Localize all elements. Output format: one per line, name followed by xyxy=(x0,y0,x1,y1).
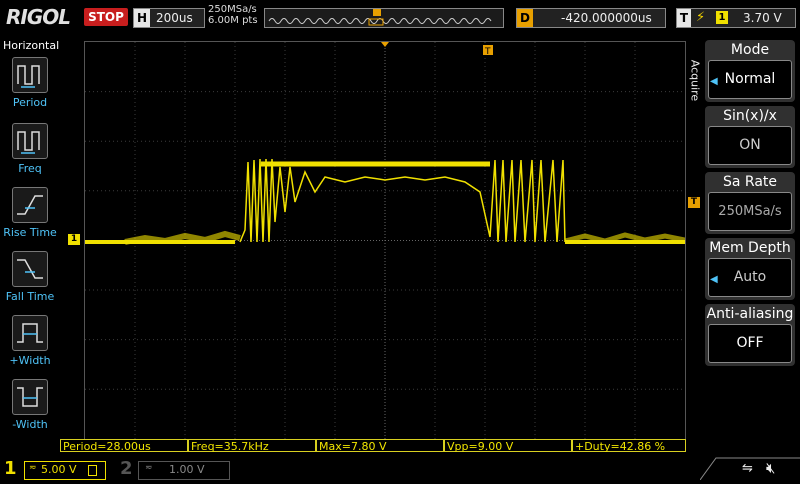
sa-rate-label: Sa Rate xyxy=(722,174,778,190)
ch2-status[interactable]: 2 ≂ 1.00 V xyxy=(110,458,230,480)
ch2-number: 2 xyxy=(120,458,133,479)
anti-aliasing-value: OFF xyxy=(708,324,792,363)
sinx-button[interactable]: Sin(x)/x ON xyxy=(705,106,795,168)
rise-time-label: Rise Time xyxy=(3,226,57,239)
mem-depth-left-arrow-icon: ◀ xyxy=(710,274,718,285)
neg-width-label: -Width xyxy=(12,418,48,431)
measurement-max[interactable]: Max=7.80 V xyxy=(316,439,444,453)
sinx-value: ON xyxy=(708,126,792,165)
measure-pos-width-button[interactable]: +Width xyxy=(0,315,60,377)
top-status-bar: RIGOL STOP H 200us 250MSa/s 6.00M pts D … xyxy=(0,0,800,36)
ch2-scale: 1.00 V xyxy=(169,463,205,476)
ch2-coupling-icon: ≂ xyxy=(145,463,153,473)
rigol-logo: RIGOL xyxy=(6,5,71,29)
measure-freq-button[interactable]: Freq xyxy=(0,123,60,185)
measurement-freq[interactable]: Freq=35.7kHz xyxy=(188,439,316,453)
period-label: Period xyxy=(12,96,48,109)
delay-box[interactable]: D -420.000000us xyxy=(516,8,666,28)
ch1-scale-box: ≂ 5.00 V xyxy=(24,461,106,480)
ch1-scale: 5.00 V xyxy=(41,463,77,476)
acquire-mode-button[interactable]: Mode Normal ◀ xyxy=(705,40,795,102)
mem-depth-label: Mem Depth xyxy=(709,240,791,256)
measure-neg-width-button[interactable]: -Width xyxy=(0,379,60,441)
sample-info: 250MSa/s 6.00M pts xyxy=(208,4,258,26)
speaker-mute-icon: 🔇︎ xyxy=(766,459,776,477)
horizontal-key: H xyxy=(134,9,150,27)
ch2-scale-box: ≂ 1.00 V xyxy=(138,461,230,480)
trigger-time-marker-label: T xyxy=(484,47,491,57)
rise-time-icon xyxy=(12,187,48,223)
left-menu-title: Horizontal xyxy=(3,39,60,52)
sample-rate-button[interactable]: Sa Rate 250MSa/s xyxy=(705,172,795,234)
pos-width-label: +Width xyxy=(9,354,51,367)
ch1-number: 1 xyxy=(4,458,17,479)
ch1-coupling-icon: ≂ xyxy=(29,463,37,473)
rising-edge-icon: ⚡ xyxy=(696,10,706,25)
trigger-key: T xyxy=(677,9,691,27)
freq-icon xyxy=(12,123,48,159)
ch1-offset-marker[interactable]: 1 xyxy=(68,234,80,245)
markers: T xyxy=(381,42,493,57)
pos-width-icon xyxy=(12,315,48,351)
measurement-vpp[interactable]: Vpp=9.00 V xyxy=(444,439,572,453)
timeline-waveform-preview xyxy=(268,9,492,26)
sinx-label: Sin(x)/x xyxy=(723,108,777,124)
delay-key: D xyxy=(517,9,533,27)
anti-aliasing-button[interactable]: Anti-aliasing OFF xyxy=(705,304,795,366)
anti-aliasing-label: Anti-aliasing xyxy=(706,306,794,322)
delay-value: -420.000000us xyxy=(561,11,652,25)
measure-fall-time-button[interactable]: Fall Time xyxy=(0,251,60,313)
trigger-box[interactable]: T ⚡ 1 3.70 V xyxy=(676,8,796,28)
horizontal-measure-menu: Horizontal Period Freq Rise Time Fall Ti… xyxy=(0,37,60,457)
measurement-strip: Period=28.00us Freq=35.7kHz Max=7.80 V V… xyxy=(60,439,686,453)
measure-period-button[interactable]: Period xyxy=(0,57,60,119)
measurement-pos-duty[interactable]: +Duty=42.86 % xyxy=(572,439,686,453)
mode-value: Normal xyxy=(708,60,792,99)
fall-time-icon xyxy=(12,251,48,287)
horizontal-timebase[interactable]: H 200us xyxy=(133,8,205,28)
trigger-source: 1 xyxy=(716,11,728,24)
measurement-period[interactable]: Period=28.00us xyxy=(60,439,188,453)
acquire-section-label: Acquire xyxy=(688,59,702,102)
ch1-status[interactable]: 1 ≂ 5.00 V xyxy=(0,458,110,480)
period-icon xyxy=(12,57,48,93)
sa-rate-value: 250MSa/s xyxy=(708,192,792,231)
usb-icon: ⇋ xyxy=(742,461,753,476)
waveform-display[interactable]: T xyxy=(84,41,686,440)
mode-left-arrow-icon: ◀ xyxy=(710,76,718,87)
trigger-level: 3.70 V xyxy=(743,11,782,25)
mem-depth-value: Auto xyxy=(708,258,792,297)
ch1-bandwidth-icon xyxy=(88,465,97,476)
measure-rise-time-button[interactable]: Rise Time xyxy=(0,187,60,249)
sample-rate-text: 250MSa/s xyxy=(208,4,257,15)
freq-label: Freq xyxy=(18,162,42,175)
trigger-position-marker xyxy=(381,42,389,47)
timebase-value: 200us xyxy=(156,11,193,25)
mem-depth-button[interactable]: Mem Depth Auto ◀ xyxy=(705,238,795,300)
acquire-section-tab: Acquire xyxy=(686,40,704,130)
run-stop-indicator[interactable]: STOP xyxy=(84,8,128,26)
fall-time-label: Fall Time xyxy=(5,290,55,303)
memory-timeline[interactable] xyxy=(264,8,504,28)
neg-width-icon xyxy=(12,379,48,415)
memory-points-text: 6.00M pts xyxy=(208,15,258,26)
waveform-grid-svg: T xyxy=(85,42,686,439)
trigger-level-marker[interactable]: T xyxy=(688,197,700,208)
mode-label: Mode xyxy=(730,42,770,58)
